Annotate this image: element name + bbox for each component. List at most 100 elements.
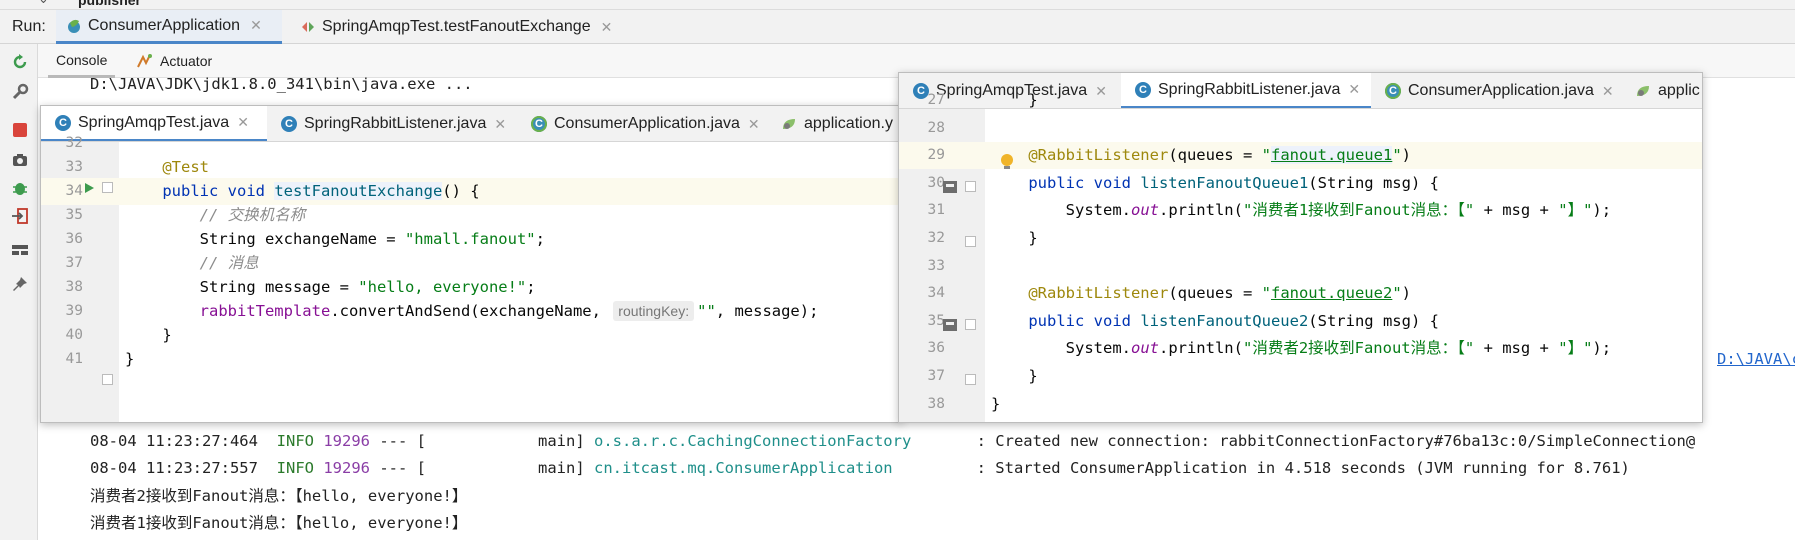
- fold-marker-icon[interactable]: [102, 182, 113, 193]
- code-token: System.: [991, 339, 1131, 358]
- code-line[interactable]: 35 // 交换机名称: [41, 202, 901, 229]
- run-tab-label: SpringAmqpTest.testFanoutExchange: [322, 18, 591, 35]
- code-token: );: [1592, 201, 1612, 220]
- code-text: public void listenFanoutQueue2(String ms…: [991, 308, 1439, 335]
- console-path-link[interactable]: D:\JAVA\cod: [1717, 347, 1795, 371]
- code-line[interactable]: 38 String message = "hello, everyone!";: [41, 274, 901, 301]
- code-line[interactable]: 33 @Test: [41, 154, 901, 181]
- code-text: }: [991, 363, 1037, 390]
- close-icon[interactable]: ✕: [601, 19, 613, 36]
- code-line[interactable]: 37 }: [899, 363, 1702, 390]
- code-token: public void: [1028, 173, 1141, 192]
- code-token: ": [1261, 146, 1271, 165]
- log-sep: --- [: [379, 459, 427, 477]
- code-token: @Test: [162, 158, 209, 176]
- code-line[interactable]: 36 String exchangeName = "hmall.fanout";: [41, 226, 901, 253]
- rerun-icon[interactable]: [10, 52, 30, 72]
- code-text: public void testFanoutExchange() {: [125, 178, 480, 205]
- log-thread: main]: [538, 432, 585, 450]
- layout-icon[interactable]: [10, 240, 30, 260]
- line-number: 40: [65, 327, 83, 343]
- code-line[interactable]: 35 public void listenFanoutQueue2(String…: [899, 308, 1702, 335]
- run-toolbar: Run: ConsumerApplication ✕ SpringAmqpTes…: [0, 10, 1795, 44]
- line-number: 32: [927, 230, 945, 246]
- pin-icon[interactable]: [10, 274, 30, 294]
- log-logger[interactable]: o.s.a.r.c.CachingConnectionFactory: [594, 432, 911, 450]
- log-logger[interactable]: cn.itcast.mq.ConsumerApplication: [594, 459, 893, 477]
- code-token: + msg +: [1474, 201, 1559, 220]
- chevron-down-icon[interactable]: ⌄: [38, 0, 49, 7]
- fold-marker-icon[interactable]: [102, 374, 113, 385]
- code-text: // 交换机名称: [125, 202, 306, 229]
- line-number: 28: [927, 119, 945, 136]
- project-name[interactable]: publisher: [78, 0, 141, 8]
- code-token: public void: [1028, 311, 1141, 330]
- code-line[interactable]: 32 }: [899, 225, 1702, 252]
- code-token: public void: [162, 182, 275, 200]
- login-icon[interactable]: [10, 206, 30, 226]
- run-tab-fanout-test[interactable]: SpringAmqpTest.testFanoutExchange ✕: [290, 10, 630, 44]
- line-number: 34: [65, 183, 83, 199]
- code-line[interactable]: 33: [899, 253, 1702, 280]
- code-line[interactable]: 39 rabbitTemplate.convertAndSend(exchang…: [41, 298, 901, 325]
- code-token: , message);: [715, 302, 819, 320]
- code-line[interactable]: 41}: [41, 346, 901, 373]
- console-output-line: 消费者2接收到Fanout消息：【hello, everyone!】: [90, 487, 468, 505]
- code-line[interactable]: 31 System.out.println("消费者1接收到Fanout消息：【…: [899, 197, 1702, 224]
- log-pid: 19296: [323, 432, 370, 450]
- fold-marker-icon[interactable]: [965, 236, 976, 247]
- code-line[interactable]: 40 }: [41, 322, 901, 349]
- line-number: 38: [65, 279, 83, 295]
- code-line[interactable]: 30 public void listenFanoutQueue1(String…: [899, 170, 1702, 197]
- code-token: .println(: [1158, 201, 1243, 220]
- code-token: System.: [991, 201, 1131, 220]
- code-token: (String msg) {: [1308, 173, 1439, 192]
- code-text: @RabbitListener(queues = "fanout.queue2"…: [991, 280, 1411, 307]
- close-icon[interactable]: ✕: [237, 114, 249, 131]
- fold-marker-icon[interactable]: [965, 319, 976, 330]
- wrench-icon[interactable]: [10, 82, 30, 102]
- run-tool-column: [0, 44, 38, 540]
- fold-marker-icon[interactable]: [965, 181, 976, 192]
- run-label: Run:: [12, 18, 46, 35]
- code-token: fanout.queue2: [1270, 284, 1393, 303]
- close-icon[interactable]: ✕: [250, 17, 262, 34]
- code-line[interactable]: 37 // 消息: [41, 250, 901, 277]
- code-token: out: [1130, 339, 1159, 358]
- code-line[interactable]: 34 public void testFanoutExchange() {: [41, 178, 901, 205]
- run-gutter-icon[interactable]: [83, 181, 95, 199]
- run-tab-consumer-application[interactable]: ConsumerApplication ✕: [56, 10, 282, 44]
- run-tab-label: ConsumerApplication: [88, 16, 241, 34]
- code-line[interactable]: 27 }: [899, 87, 1702, 114]
- code-token: @RabbitListener: [1028, 284, 1169, 303]
- stop-icon[interactable]: [10, 120, 30, 140]
- line-number: 34: [927, 285, 945, 302]
- log-sep: --- [: [379, 432, 427, 450]
- fold-marker-icon[interactable]: [965, 374, 976, 385]
- line-number: 37: [65, 255, 83, 271]
- code-token: listenFanoutQueue2: [1140, 311, 1309, 330]
- line-number: 37: [927, 368, 945, 384]
- code-line[interactable]: 38}: [899, 391, 1702, 418]
- rabbitmq-gutter-icon[interactable]: [943, 180, 957, 198]
- code-line[interactable]: 34 @RabbitListener(queues = "fanout.queu…: [899, 280, 1702, 307]
- code-line[interactable]: 36 System.out.println("消费者2接收到Fanout消息：【…: [899, 335, 1702, 362]
- code-text: @RabbitListener(queues = "fanout.queue1"…: [991, 142, 1411, 169]
- code-line[interactable]: 29 @RabbitListener(queues = "fanout.queu…: [899, 142, 1702, 170]
- code-line[interactable]: 32: [41, 130, 901, 157]
- console-command-line: D:\JAVA\JDK\jdk1.8.0_341\bin\java.exe ..…: [90, 75, 473, 93]
- code-text: System.out.println("消费者1接收到Fanout消息：【" +…: [991, 197, 1611, 224]
- code-token: ;: [535, 230, 545, 248]
- bulb-icon[interactable]: [1000, 153, 1014, 176]
- camera-icon[interactable]: [10, 150, 30, 170]
- code-token: // 消息: [199, 254, 259, 272]
- code-text: }: [991, 391, 1000, 418]
- code-token: String message =: [125, 278, 359, 296]
- rabbitmq-gutter-icon[interactable]: [943, 318, 957, 336]
- debug-icon[interactable]: [10, 178, 30, 198]
- editor-window-test: C SpringAmqpTest.java ✕ C SpringRabbitLi…: [40, 105, 902, 423]
- code-line[interactable]: 28: [899, 115, 1702, 142]
